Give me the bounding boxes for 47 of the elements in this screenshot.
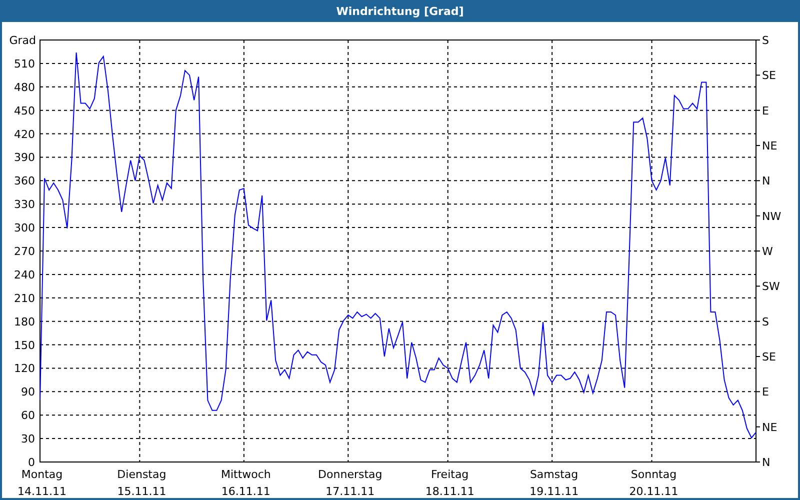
y-tick-label: 180 bbox=[14, 315, 35, 328]
weekday-label: Freitag bbox=[431, 468, 469, 481]
x-tick-label: 20.11.11 bbox=[629, 485, 678, 498]
compass-tick-label: W bbox=[762, 245, 773, 258]
y-tick-label: 270 bbox=[14, 245, 35, 258]
compass-tick-label: S bbox=[762, 315, 769, 328]
x-tick-label: 19.11.11 bbox=[530, 485, 579, 498]
x-tick-label: 16.11.11 bbox=[221, 485, 270, 498]
compass-tick-label: NE bbox=[762, 420, 778, 434]
y-tick-label: 90 bbox=[21, 386, 35, 399]
weekday-label: Donnerstag bbox=[318, 468, 382, 481]
x-tick-label: 18.11.11 bbox=[425, 485, 474, 498]
weekday-label: Montag bbox=[21, 468, 63, 481]
weekday-label: Sonntag bbox=[630, 468, 677, 481]
compass-tick-label: SE bbox=[762, 69, 776, 82]
compass-tick-label: S bbox=[762, 34, 769, 47]
y-tick-label: 0 bbox=[28, 456, 35, 469]
y-tick-label: 300 bbox=[14, 222, 35, 235]
y-tick-label: 510 bbox=[14, 57, 35, 70]
y-tick-label: 240 bbox=[14, 268, 35, 282]
y-tick-label: 420 bbox=[14, 128, 35, 141]
y-tick-label: 480 bbox=[14, 80, 35, 94]
y-tick-label: 330 bbox=[14, 198, 35, 212]
y-axis-label: Grad bbox=[9, 34, 36, 47]
y-tick-label: 120 bbox=[14, 362, 35, 376]
compass-tick-label: E bbox=[762, 386, 769, 399]
compass-tick-label: E bbox=[762, 104, 769, 118]
compass-tick-label: NW bbox=[762, 210, 782, 223]
compass-tick-label: N bbox=[762, 174, 770, 188]
compass-tick-label: SE bbox=[762, 350, 776, 364]
y-tick-label: 30 bbox=[21, 432, 35, 446]
x-tick-label: 15.11.11 bbox=[117, 485, 166, 498]
x-tick-label: 17.11.11 bbox=[326, 485, 375, 498]
compass-tick-label: NE bbox=[762, 140, 778, 152]
compass-tick-label: N bbox=[762, 456, 770, 469]
y-tick-label: 60 bbox=[21, 409, 35, 422]
y-tick-label: 210 bbox=[14, 292, 35, 305]
weekday-label: Samstag bbox=[530, 468, 578, 481]
window-title: Windrichtung [Grad] bbox=[336, 4, 464, 18]
y-tick-label: 390 bbox=[14, 151, 35, 164]
y-tick-label: 360 bbox=[14, 174, 35, 188]
compass-tick-label: SW bbox=[762, 280, 780, 294]
x-tick-label: 14.11.11 bbox=[18, 485, 66, 498]
weekday-label: Dienstag bbox=[117, 468, 166, 481]
weekday-label: Mittwoch bbox=[220, 468, 271, 481]
y-tick-label: 150 bbox=[14, 338, 35, 352]
y-tick-label: 450 bbox=[14, 104, 35, 118]
